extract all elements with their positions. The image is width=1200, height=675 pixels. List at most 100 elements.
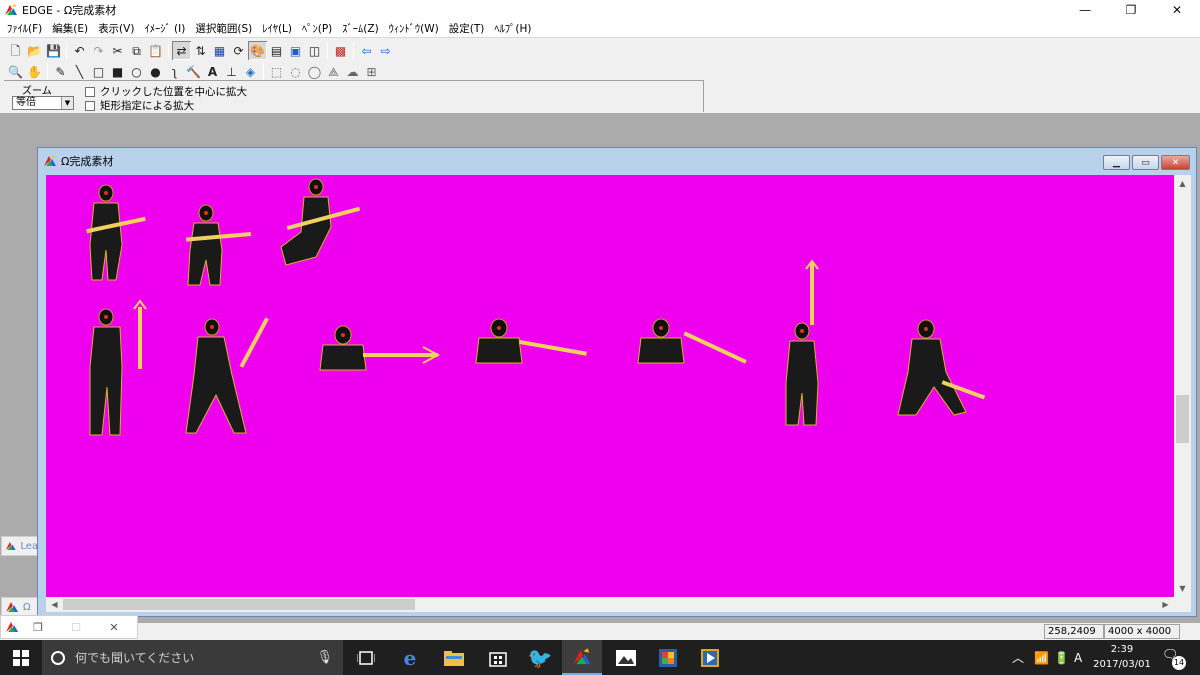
copy-icon[interactable]: ⧉: [127, 41, 146, 60]
chevron-down-icon[interactable]: ▼: [61, 97, 73, 109]
taskbar-store[interactable]: [478, 640, 518, 675]
minimized-window-lea[interactable]: Lea: [1, 536, 39, 556]
task-view-button[interactable]: [346, 640, 386, 675]
floating-minimized-window[interactable]: ❐ ☐ ✕: [0, 615, 138, 639]
film-icon[interactable]: ▤: [267, 41, 286, 60]
sprite-figure: [785, 259, 819, 426]
preview-icon[interactable]: ▣: [286, 41, 305, 60]
fill-icon[interactable]: ◈: [241, 62, 260, 81]
paste-icon[interactable]: 📋: [146, 41, 165, 60]
save-icon[interactable]: 💾: [44, 41, 63, 60]
document-title-bar[interactable]: Ω完成素材 ▁ ▭ ✕: [38, 148, 1196, 174]
taskbar-photos[interactable]: [606, 640, 646, 675]
scroll-right-icon[interactable]: ▶: [1157, 597, 1174, 612]
window-icon[interactable]: ◫: [305, 41, 324, 60]
doc-minimize-button[interactable]: ▁: [1103, 155, 1130, 170]
grid-icon[interactable]: ▦: [210, 41, 229, 60]
zoom-label: ズーム: [22, 86, 52, 97]
scroll-left-icon[interactable]: ◀: [46, 597, 63, 612]
ime-indicator[interactable]: A: [1074, 640, 1082, 675]
text-icon[interactable]: A: [203, 62, 222, 81]
dropper-icon[interactable]: 🔨: [184, 62, 203, 81]
lasso-icon[interactable]: ◯: [305, 62, 324, 81]
show-hidden-icons[interactable]: ︿: [1012, 640, 1024, 675]
restore-icon[interactable]: ❐: [19, 621, 57, 634]
cut-icon[interactable]: ✂: [108, 41, 127, 60]
ellipse-select-icon[interactable]: ◌: [286, 62, 305, 81]
stamp-icon[interactable]: ⊥: [222, 62, 241, 81]
checkbox[interactable]: [85, 100, 95, 111]
battery-icon[interactable]: 🔋: [1054, 640, 1069, 675]
open-icon[interactable]: 📂: [25, 41, 44, 60]
doc-maximize-button[interactable]: ▭: [1132, 155, 1159, 170]
start-button[interactable]: [0, 640, 42, 675]
menu-window[interactable]: ｳｨﾝﾄﾞｳ(W): [384, 21, 444, 36]
taskbar-edge-browser[interactable]: e: [390, 640, 430, 675]
close-icon[interactable]: ✕: [95, 621, 133, 634]
redo-icon[interactable]: ↷: [89, 41, 108, 60]
line-icon[interactable]: ╲: [70, 62, 89, 81]
hand-icon[interactable]: ✋: [25, 62, 44, 81]
menu-view[interactable]: 表示(V): [93, 21, 139, 36]
restore-button[interactable]: ❐: [1108, 0, 1154, 20]
taskbar-file-explorer[interactable]: [434, 640, 474, 675]
vertical-scrollbar[interactable]: ▲ ▼: [1174, 175, 1191, 597]
folder-icon: [444, 650, 464, 666]
horizontal-scroll-thumb[interactable]: [63, 599, 415, 610]
cortana-search-box[interactable]: 何でも聞いてください 🎙: [42, 640, 343, 675]
media-player-icon: [701, 648, 719, 667]
edge-app-icon: [573, 647, 591, 664]
menu-image[interactable]: ｲﾒｰｼﾞ (I): [139, 21, 190, 36]
rotate-icon[interactable]: ⟳: [229, 41, 248, 60]
taskbar-twitter[interactable]: 🐦: [520, 640, 560, 675]
scroll-down-icon[interactable]: ▼: [1174, 580, 1191, 597]
rect-select-icon[interactable]: ⬚: [267, 62, 286, 81]
move-select-icon[interactable]: ⊞: [362, 62, 381, 81]
undo-icon[interactable]: ↶: [70, 41, 89, 60]
pen-icon[interactable]: ✎: [51, 62, 70, 81]
vertical-scroll-thumb[interactable]: [1176, 395, 1189, 443]
menu-selection[interactable]: 選択範囲(S): [190, 21, 257, 36]
mirror-icon[interactable]: ⇅: [191, 41, 210, 60]
action-center-button[interactable]: 🗨 14: [1162, 648, 1186, 670]
menu-file[interactable]: ﾌｧｲﾙ(F): [2, 21, 47, 36]
ellipse-fill-icon[interactable]: ●: [146, 62, 165, 81]
zoom-rect-option[interactable]: 矩形指定による拡大: [85, 98, 194, 113]
taskbar-edge-app[interactable]: [562, 640, 602, 675]
checkbox[interactable]: [85, 86, 95, 97]
network-icon[interactable]: 📶: [1034, 640, 1049, 675]
magic-select-icon[interactable]: ☁: [343, 62, 362, 81]
free-select-icon[interactable]: ⟁: [324, 62, 343, 81]
menu-settings[interactable]: 設定(T): [444, 21, 490, 36]
prev-icon[interactable]: ⇦: [357, 41, 376, 60]
menu-zoom[interactable]: ｽﾞｰﾑ(Z): [337, 21, 383, 36]
rect-outline-icon[interactable]: □: [89, 62, 108, 81]
next-icon[interactable]: ⇨: [376, 41, 395, 60]
horizontal-scrollbar[interactable]: ◀ ▶: [46, 597, 1174, 612]
tile-icon[interactable]: ▩: [331, 41, 350, 60]
scroll-up-icon[interactable]: ▲: [1174, 175, 1191, 192]
maximize-icon[interactable]: ☐: [57, 621, 95, 634]
taskbar-media-player[interactable]: [690, 640, 730, 675]
zoom-icon[interactable]: 🔍: [6, 62, 25, 81]
new-icon[interactable]: 🗋: [6, 41, 25, 60]
minimized-window-omega[interactable]: Ω: [1, 597, 39, 617]
menu-edit[interactable]: 編集(E): [47, 21, 93, 36]
zoom-click-center-option[interactable]: クリックした位置を中心に拡大: [85, 84, 247, 99]
menu-pen[interactable]: ﾍﾟﾝ(P): [297, 21, 337, 36]
palette-icon[interactable]: 🎨: [248, 41, 267, 60]
system-clock[interactable]: 2:39 2017/03/01: [1088, 642, 1156, 672]
rect-fill-icon[interactable]: ■: [108, 62, 127, 81]
taskbar-paint-app[interactable]: [648, 640, 688, 675]
close-button[interactable]: ✕: [1154, 0, 1200, 20]
menu-help[interactable]: ﾍﾙﾌﾟ(H): [489, 21, 536, 36]
image-canvas[interactable]: [46, 175, 1174, 597]
minimize-button[interactable]: —: [1062, 0, 1108, 20]
microphone-icon[interactable]: 🎙: [316, 650, 333, 665]
curve-icon[interactable]: ʅ: [165, 62, 184, 81]
doc-close-button[interactable]: ✕: [1161, 155, 1190, 170]
menu-layer[interactable]: ﾚｲﾔ(L): [257, 21, 297, 36]
ellipse-outline-icon[interactable]: ○: [127, 62, 146, 81]
flip-icon[interactable]: ⇄: [172, 41, 191, 60]
zoom-level-select[interactable]: 等倍 ▼: [12, 96, 74, 110]
